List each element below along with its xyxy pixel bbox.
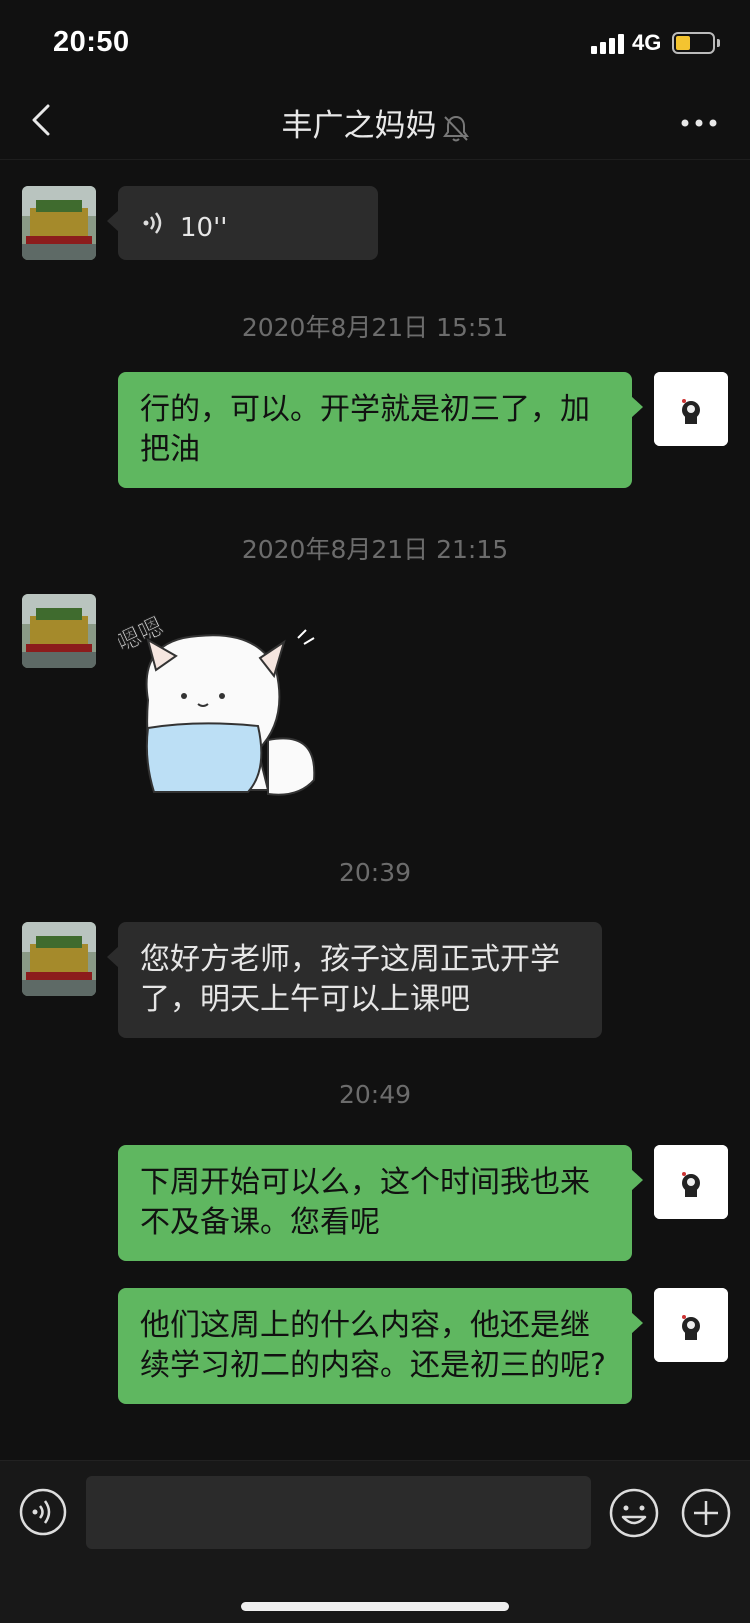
contact-avatar[interactable] [22,594,96,668]
message-bubble-incoming[interactable]: 您好方老师，孩子这周正式开学了，明天上午可以上课吧 [107,922,602,1038]
battery-icon [672,32,715,54]
contact-avatar[interactable] [22,186,96,260]
message-input[interactable] [86,1476,591,1549]
nav-bar: 丰广之妈妈 [0,86,750,160]
voice-input-icon[interactable] [18,1487,68,1537]
my-avatar[interactable] [654,1145,728,1219]
contact-avatar[interactable] [22,922,96,996]
plus-icon[interactable] [680,1487,732,1539]
bell-muted-icon [442,113,469,143]
message-bubble-outgoing[interactable]: 下周开始可以么，这个时间我也来不及备课。您看呢 [118,1145,643,1261]
status-bar: 20:50 4G [0,0,750,86]
timestamp: 20:39 [338,858,412,887]
more-dots-icon[interactable] [680,108,720,138]
message-bubble-outgoing[interactable]: 行的，可以。开学就是初三了，加把油 [118,372,643,488]
network-type: 4G [632,30,662,55]
my-avatar[interactable] [654,372,728,446]
home-indicator [241,1602,509,1611]
input-bar [0,1460,750,1623]
voice-message[interactable]: 10'' [107,186,378,260]
emoji-icon[interactable] [608,1487,660,1539]
chat-title: 丰广之妈妈 [0,100,750,145]
voice-duration: 10'' [180,213,228,243]
timestamp: 2020年8月21日 15:51 [241,313,509,342]
chat-title-text: 丰广之妈妈 [281,108,437,144]
voice-wave-icon [140,208,170,238]
message-bubble-outgoing[interactable]: 他们这周上的什么内容，他还是继续学习初二的内容。还是初三的呢? [118,1288,643,1404]
timestamp: 2020年8月21日 21:15 [241,535,509,564]
signal-icon [591,34,625,54]
timestamp: 20:49 [338,1080,412,1109]
cat-sticker[interactable]: 嗯嗯 [112,600,338,812]
my-avatar[interactable] [654,1288,728,1362]
status-time: 20:50 [53,26,130,58]
